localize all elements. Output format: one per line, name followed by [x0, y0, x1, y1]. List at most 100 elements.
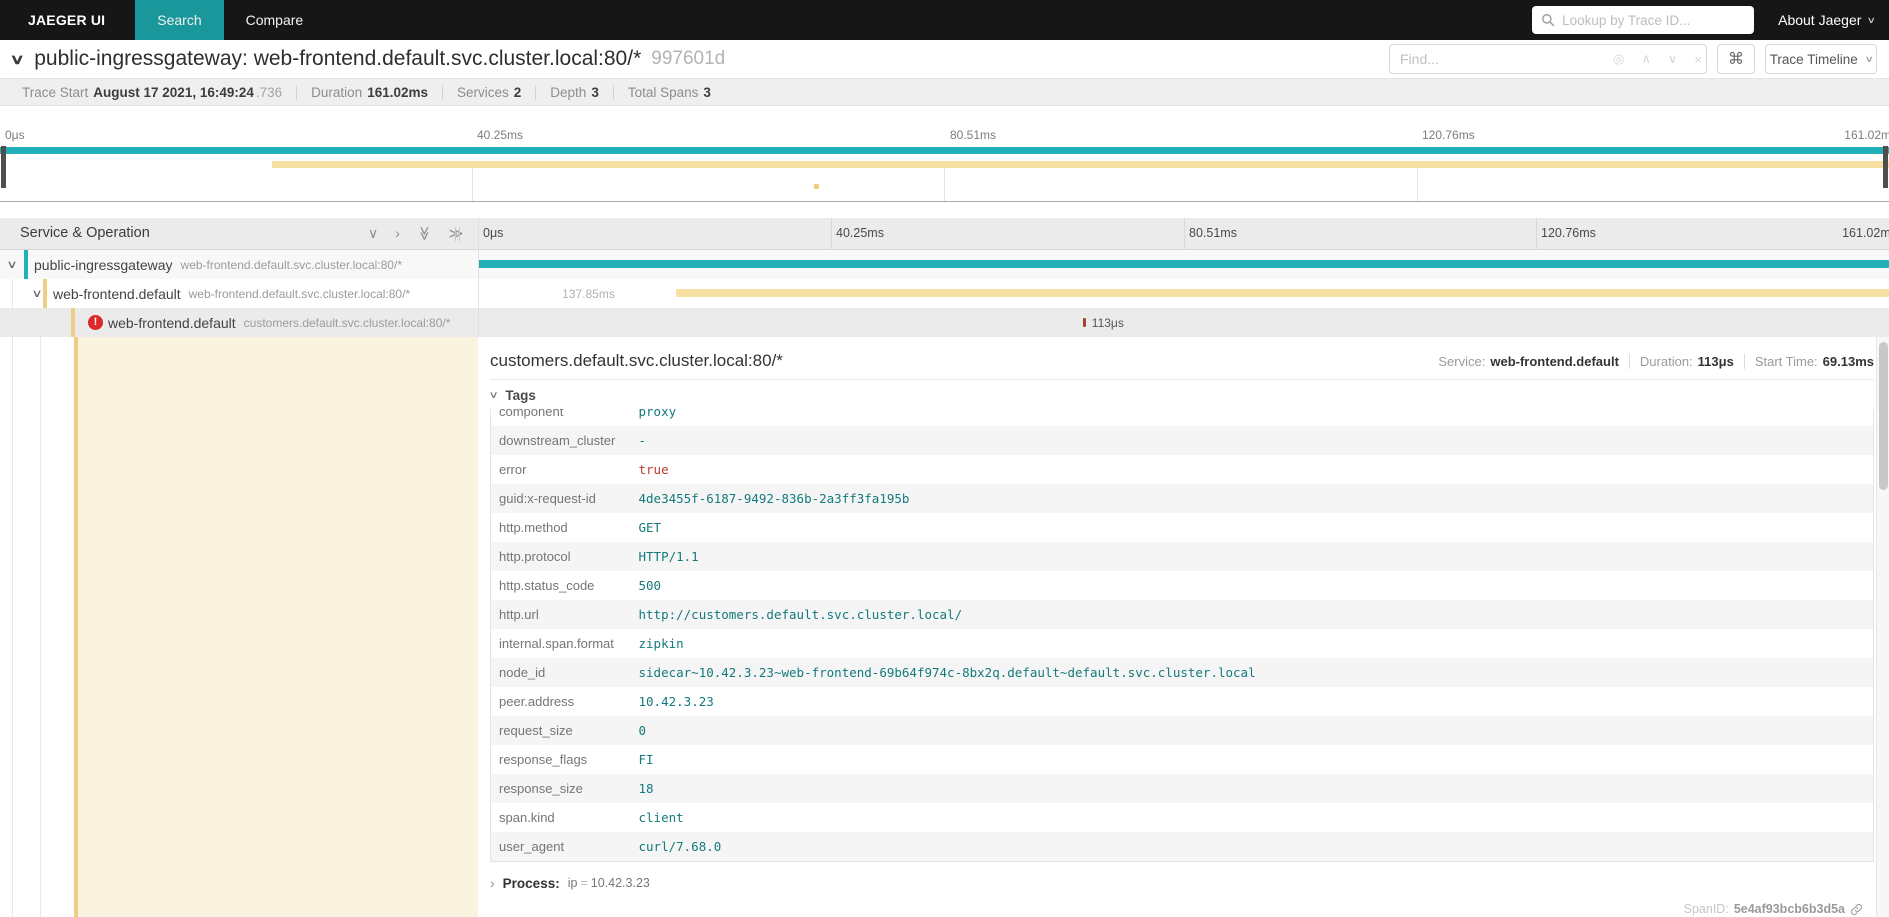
tags-table: componentproxy downstream_cluster- error…: [490, 409, 1874, 862]
tags-section-label: Tags: [505, 388, 536, 403]
span-timeline-cell[interactable]: 113μs: [478, 308, 1889, 337]
trace-controls: ◎ ∧ ∨ × ⌘ Trace Timeline ∨: [1389, 44, 1889, 74]
trace-minimap: 0μs 40.25ms 80.51ms 120.76ms 161.02ms: [0, 106, 1889, 203]
error-icon: !: [88, 315, 103, 330]
span-timeline-cell[interactable]: 137.85ms: [478, 279, 1889, 308]
trace-id: 997601d: [651, 48, 725, 70]
app-logo[interactable]: JAEGER UI: [0, 0, 135, 40]
span-bar-error-tick[interactable]: [1083, 318, 1086, 327]
column-resize-grip[interactable]: [455, 227, 460, 241]
indent-guide: [12, 279, 13, 308]
minimap-canvas[interactable]: [0, 143, 1889, 202]
detail-span-title: customers.default.svc.cluster.local:80/*: [490, 351, 783, 371]
summary-total-spans: Total Spans 3: [613, 85, 725, 100]
span-id-label: SpanID:: [1684, 902, 1729, 916]
minimap-tick-1: 40.25ms: [477, 128, 523, 142]
span-id-value: 5e4af93bcb6b3d5a: [1734, 902, 1845, 916]
span-row-web-frontend-error[interactable]: ! web-frontend.default customers.default…: [0, 308, 1889, 337]
header-gridline: [1184, 218, 1185, 250]
find-box: ◎ ∧ ∨ ×: [1389, 44, 1707, 74]
trace-lookup-input[interactable]: [1532, 6, 1754, 34]
operation-name: web-frontend.default.svc.cluster.local:8…: [189, 287, 410, 301]
trace-lookup-box[interactable]: [1532, 6, 1754, 34]
operation-name: customers.default.svc.cluster.local:80/*: [244, 316, 451, 330]
timeline-tick-1: 40.25ms: [836, 226, 884, 240]
tag-row: http.methodGET: [491, 513, 1874, 542]
operation-name: web-frontend.default.svc.cluster.local:8…: [181, 258, 402, 272]
service-operation-header: Service & Operation: [20, 225, 150, 241]
focus-match-icon[interactable]: ◎: [1613, 51, 1624, 67]
span-detail-panel: customers.default.svc.cluster.local:80/*…: [0, 337, 1889, 917]
nav-right: About Jaeger ∨: [1532, 0, 1889, 40]
minimap-right-scrubber[interactable]: [1883, 146, 1888, 188]
find-nav-icons: ◎ ∧ ∨ ×: [1605, 51, 1706, 67]
trace-view-label: Trace Timeline: [1770, 52, 1858, 67]
span-timeline-cell[interactable]: [478, 250, 1889, 279]
span-duration-label: 113μs: [1092, 316, 1124, 330]
service-color-accent: [24, 250, 28, 279]
summary-services: Services 2: [442, 85, 535, 100]
detail-header[interactable]: customers.default.svc.cluster.local:80/*…: [490, 337, 1874, 380]
trace-title-bar: ∨ public-ingressgateway: web-frontend.de…: [0, 40, 1889, 78]
header-gridline: [1536, 218, 1537, 250]
collapse-one-icon[interactable]: ∨: [368, 224, 378, 243]
top-nav: JAEGER UI Search Compare About Jaeger ∨: [0, 0, 1889, 40]
deep-link-icon[interactable]: [1850, 903, 1863, 916]
span-table-header: Service & Operation ∨ › ≫ ≫ 0μs 40.25ms …: [0, 218, 1889, 250]
trace-view-select[interactable]: Trace Timeline ∨: [1765, 44, 1877, 74]
span-name-cell: ∨ web-frontend.default web-frontend.defa…: [0, 279, 478, 308]
minimap-tick-2: 80.51ms: [950, 128, 996, 142]
tag-row: span.kindclient: [491, 803, 1874, 832]
collapse-controls: ∨ › ≫ ≫: [368, 224, 463, 243]
indent-guide: [40, 337, 41, 917]
tags-section-toggle[interactable]: ∨ Tags: [490, 382, 1874, 409]
span-duration-label: 137.85ms: [562, 287, 615, 301]
detail-service: Service: web-frontend.default: [1428, 354, 1629, 369]
span-name-cell: ! web-frontend.default customers.default…: [0, 308, 478, 337]
detail-content: customers.default.svc.cluster.local:80/*…: [490, 337, 1874, 917]
detail-meta: Service: web-frontend.default Duration: …: [1428, 354, 1874, 369]
keyboard-shortcuts-button[interactable]: ⌘: [1717, 44, 1755, 74]
tag-row: request_size0: [491, 716, 1874, 745]
clear-find-icon[interactable]: ×: [1694, 52, 1702, 67]
about-jaeger-menu[interactable]: About Jaeger ∨: [1778, 12, 1875, 28]
tag-row: http.protocolHTTP/1.1: [491, 542, 1874, 571]
tab-search[interactable]: Search: [135, 0, 223, 40]
summary-depth: Depth 3: [535, 85, 613, 100]
header-gridline: [831, 218, 832, 250]
detail-start-time: Start Time: 69.13ms: [1744, 354, 1874, 369]
prev-match-icon[interactable]: ∧: [1641, 51, 1651, 67]
process-label: Process:: [503, 876, 560, 891]
span-bar[interactable]: [478, 260, 1889, 268]
minimap-span-bar-0: [0, 147, 1889, 154]
find-input[interactable]: [1390, 51, 1605, 67]
service-name: web-frontend.default: [53, 286, 181, 302]
next-match-icon[interactable]: ∨: [1668, 51, 1678, 67]
process-section-toggle[interactable]: › Process: ip=10.42.3.23: [490, 875, 1874, 891]
tags-table-viewport[interactable]: componentproxy downstream_cluster- error…: [490, 409, 1874, 862]
collapse-all-icon[interactable]: ≫: [415, 226, 434, 241]
span-id-footer: SpanID: 5e4af93bcb6b3d5a: [1684, 902, 1863, 916]
collapse-trace-chevron-icon[interactable]: ∨: [9, 51, 24, 68]
tag-row: user_agentcurl/7.68.0: [491, 832, 1874, 861]
span-row-public-ingressgateway[interactable]: ∨ public-ingressgateway web-frontend.def…: [0, 250, 1889, 279]
expand-one-icon[interactable]: ›: [395, 224, 400, 243]
chevron-down-icon[interactable]: ∨: [31, 287, 42, 300]
summary-trace-start: Trace Start August 17 2021, 16:49:24 .73…: [8, 85, 296, 100]
chevron-down-icon: ∨: [1864, 54, 1873, 65]
indent-guide: [12, 308, 13, 337]
minimap-tick-4: 161.02ms: [1844, 128, 1889, 142]
chevron-right-icon: ›: [490, 875, 495, 891]
chevron-down-icon[interactable]: ∨: [6, 258, 17, 271]
tab-compare[interactable]: Compare: [224, 0, 326, 40]
span-bar[interactable]: [676, 289, 1889, 297]
span-row-web-frontend[interactable]: ∨ web-frontend.default web-frontend.defa…: [0, 279, 1889, 308]
tag-row: response_size18: [491, 774, 1874, 803]
minimap-left-scrubber[interactable]: [1, 146, 6, 188]
minimap-gridline: [1417, 163, 1418, 201]
span-name-cell: ∨ public-ingressgateway web-frontend.def…: [0, 250, 478, 279]
indent-guide: [12, 337, 13, 917]
tag-row: http.urlhttp://customers.default.svc.clu…: [491, 600, 1874, 629]
detail-scrollbar[interactable]: [1876, 337, 1889, 917]
scrollbar-thumb[interactable]: [1879, 342, 1888, 490]
